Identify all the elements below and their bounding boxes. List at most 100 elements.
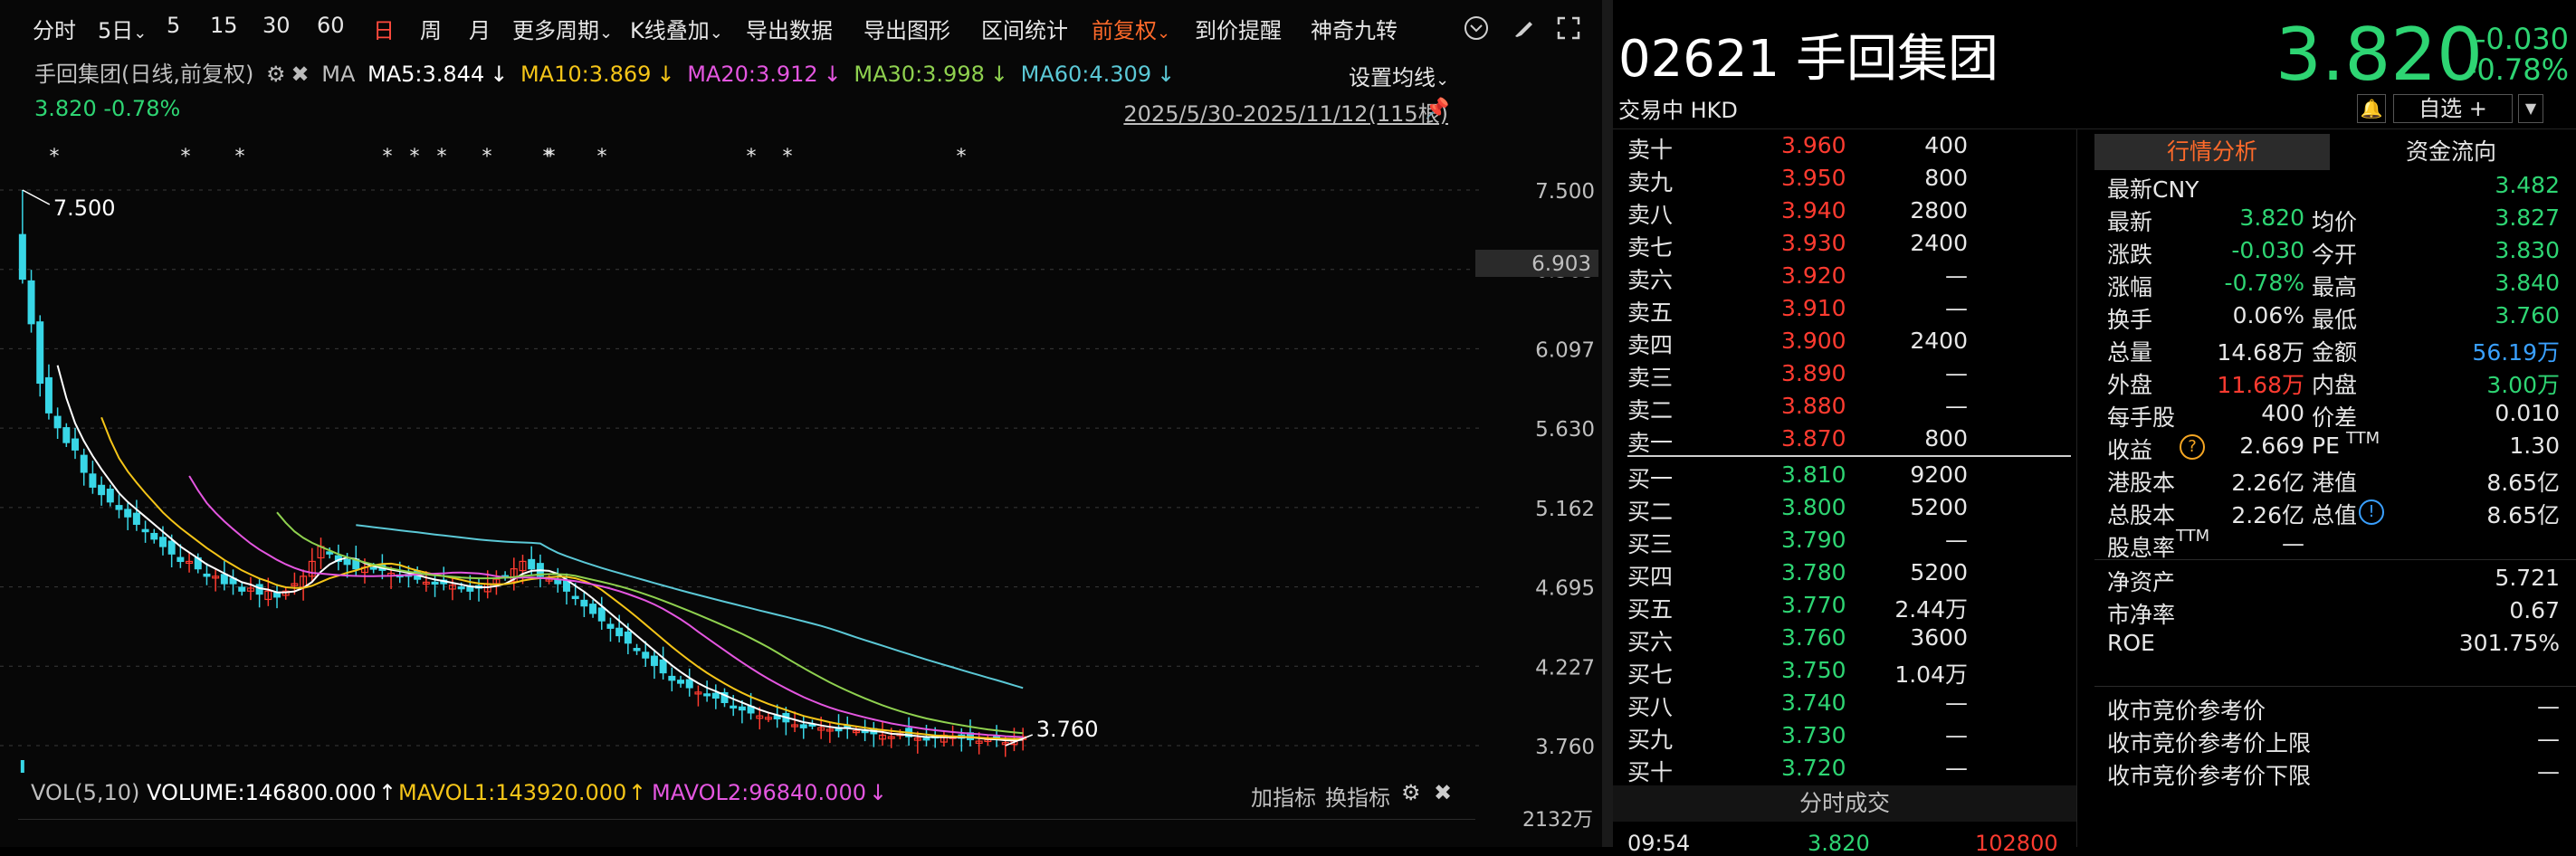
add-indicator-button[interactable]: 加指标 — [1251, 780, 1316, 812]
indicator-close-icon[interactable]: ✖ — [1434, 780, 1452, 805]
candle-body — [72, 438, 80, 451]
bid-row[interactable]: 买九 3.730 — — [1627, 722, 2071, 755]
range-stats-button[interactable]: 区间统计 — [981, 13, 1068, 44]
candle-body — [177, 556, 185, 563]
ask-price: 3.960 — [1781, 132, 1846, 158]
ask-row[interactable]: 卖一 3.870 800 — [1627, 425, 2071, 458]
help-icon[interactable]: ? — [2180, 434, 2205, 460]
bid-row[interactable]: 买二 3.800 5200 — [1627, 494, 2071, 527]
period-60min[interactable]: 60 — [317, 13, 345, 38]
fullscreen-icon[interactable] — [1553, 14, 1584, 45]
ask-volume: 800 — [1924, 165, 1968, 191]
bid-volume: 5200 — [1910, 494, 1968, 520]
candle-body — [132, 512, 140, 525]
period-5min[interactable]: 5 — [167, 13, 180, 38]
quote-key: 最新 — [2107, 209, 2153, 235]
y-tick-label: 7.500 — [1535, 180, 1595, 204]
tab-capital-flow[interactable]: 资金流向 — [2333, 134, 2569, 170]
quote-key: 收益 — [2107, 437, 2153, 463]
bid-volume: — — [1945, 722, 1968, 748]
quote-key: 金额 — [2312, 339, 2358, 366]
export-data-button[interactable]: 导出数据 — [746, 13, 833, 44]
magic-nine-button[interactable]: 神奇九转 — [1311, 13, 1398, 44]
bid-row[interactable]: 买三 3.790 — — [1627, 527, 2071, 559]
period-day[interactable]: 日 — [373, 13, 395, 44]
mavol2-down-arrow: ↓ — [869, 780, 888, 805]
close-ma-icon[interactable]: ✖ — [291, 62, 310, 87]
candle-body — [62, 427, 71, 443]
draw-brush-icon[interactable] — [1508, 14, 1539, 45]
quote-key: 每手股 — [2107, 404, 2176, 431]
panel-splitter[interactable] — [1602, 0, 1613, 847]
pin-icon[interactable]: 📌 — [1425, 98, 1449, 120]
quote-key: 外盘 — [2107, 372, 2153, 398]
period-month[interactable]: 月 — [469, 13, 491, 44]
price-alert-button[interactable]: 到价提醒 — [1195, 13, 1282, 44]
ask-row[interactable]: 卖七 3.930 2400 — [1627, 230, 2071, 262]
add-watchlist-button[interactable]: 自选 + — [2393, 94, 2513, 123]
ask-row[interactable]: 卖二 3.880 — — [1627, 393, 2071, 425]
bid-row[interactable]: 买五 3.770 2.44万 — [1627, 592, 2071, 624]
date-range-link[interactable]: 2025/5/30-2025/11/12(115根) — [1123, 96, 1448, 128]
volume-axis-label: 2132万 — [1522, 809, 1593, 832]
indicator-settings-icon[interactable]: ⚙ — [1401, 780, 1421, 805]
kline-chart[interactable]: 7.5006.5656.0975.6305.1624.6954.2273.760… — [0, 127, 1602, 773]
bid-row[interactable]: 买七 3.750 1.04万 — [1627, 657, 2071, 690]
ttm-label: TTM — [2176, 527, 2210, 546]
candle-body — [238, 586, 246, 592]
ma60-down-arrow: ↓ — [1157, 62, 1176, 87]
change-indicator-button[interactable]: 换指标 — [1325, 780, 1390, 812]
adjust-mode-dropdown[interactable]: 前复权⌄ — [1092, 13, 1170, 44]
bid-level-label: 买一 — [1627, 466, 1674, 492]
bid-price: 3.790 — [1781, 527, 1846, 553]
kline-overlay-dropdown[interactable]: K线叠加⌄ — [630, 13, 723, 44]
column-separator — [2076, 128, 2077, 847]
settings-icon[interactable]: ⚙ — [266, 62, 286, 87]
period-week[interactable]: 周 — [420, 13, 442, 44]
bid-level-label: 买三 — [1627, 531, 1674, 557]
period-timeshare[interactable]: 分时 — [33, 13, 76, 44]
quote-row: 最新 3.820 均价 3.827 — [2107, 204, 2560, 237]
ask-price: 3.930 — [1781, 230, 1846, 256]
bid-row[interactable]: 买一 3.810 9200 — [1627, 461, 2071, 494]
watchlist-dropdown-icon[interactable]: ▼ — [2518, 94, 2543, 123]
quote-key: 总股本 — [2107, 502, 2176, 528]
ask-row[interactable]: 卖六 3.920 — — [1627, 262, 2071, 295]
ask-level-label: 卖十 — [1627, 137, 1674, 163]
bid-level-label: 买五 — [1627, 596, 1674, 623]
bid-row[interactable]: 买八 3.740 — — [1627, 690, 2071, 722]
quote-value: 3.00万 — [2486, 372, 2560, 398]
export-image-button[interactable]: 导出图形 — [863, 13, 950, 44]
ask-row[interactable]: 卖九 3.950 800 — [1627, 165, 2071, 197]
collapse-icon[interactable] — [1461, 14, 1492, 45]
candle-body — [203, 573, 211, 577]
ask-volume: 2400 — [1910, 328, 1968, 354]
ask-volume: 2400 — [1910, 230, 1968, 256]
bid-row[interactable]: 买六 3.760 3600 — [1627, 624, 2071, 657]
ma5-down-arrow: ↓ — [490, 62, 509, 87]
period-5day[interactable]: 5日⌄ — [98, 13, 147, 44]
more-periods-dropdown[interactable]: 更多周期⌄ — [512, 13, 613, 44]
info-icon[interactable]: ! — [2359, 499, 2384, 525]
ask-level-label: 卖四 — [1627, 332, 1674, 358]
ask-volume: — — [1945, 393, 1968, 419]
ask-row[interactable]: 卖八 3.940 2800 — [1627, 197, 2071, 230]
ask-row[interactable]: 卖十 3.960 400 — [1627, 132, 2071, 165]
period-15min[interactable]: 15 — [210, 13, 238, 38]
quote-row: 港股本 2.26亿 港值 8.65亿 — [2107, 465, 2560, 498]
set-ma-dropdown[interactable]: 设置均线⌄ — [1349, 60, 1449, 91]
ask-row[interactable]: 卖五 3.910 — — [1627, 295, 2071, 328]
ask-row[interactable]: 卖四 3.900 2400 — [1627, 328, 2071, 360]
roe-row: ROE 301.75% — [2107, 630, 2560, 662]
quote-value: 11.68万 — [2217, 372, 2304, 398]
candle-body — [431, 581, 439, 585]
bid-row[interactable]: 买四 3.780 5200 — [1627, 559, 2071, 592]
candle-body — [738, 706, 746, 711]
period-30min[interactable]: 30 — [262, 13, 291, 38]
bid-row[interactable]: 买十 3.720 — — [1627, 755, 2071, 787]
bell-icon[interactable]: 🔔 — [2357, 94, 2386, 123]
tick-price: 3.820 — [1808, 831, 1870, 856]
ask-row[interactable]: 卖三 3.890 — — [1627, 360, 2071, 393]
ask-level-label: 卖五 — [1627, 300, 1674, 326]
tab-market-analysis[interactable]: 行情分析 — [2094, 134, 2330, 170]
